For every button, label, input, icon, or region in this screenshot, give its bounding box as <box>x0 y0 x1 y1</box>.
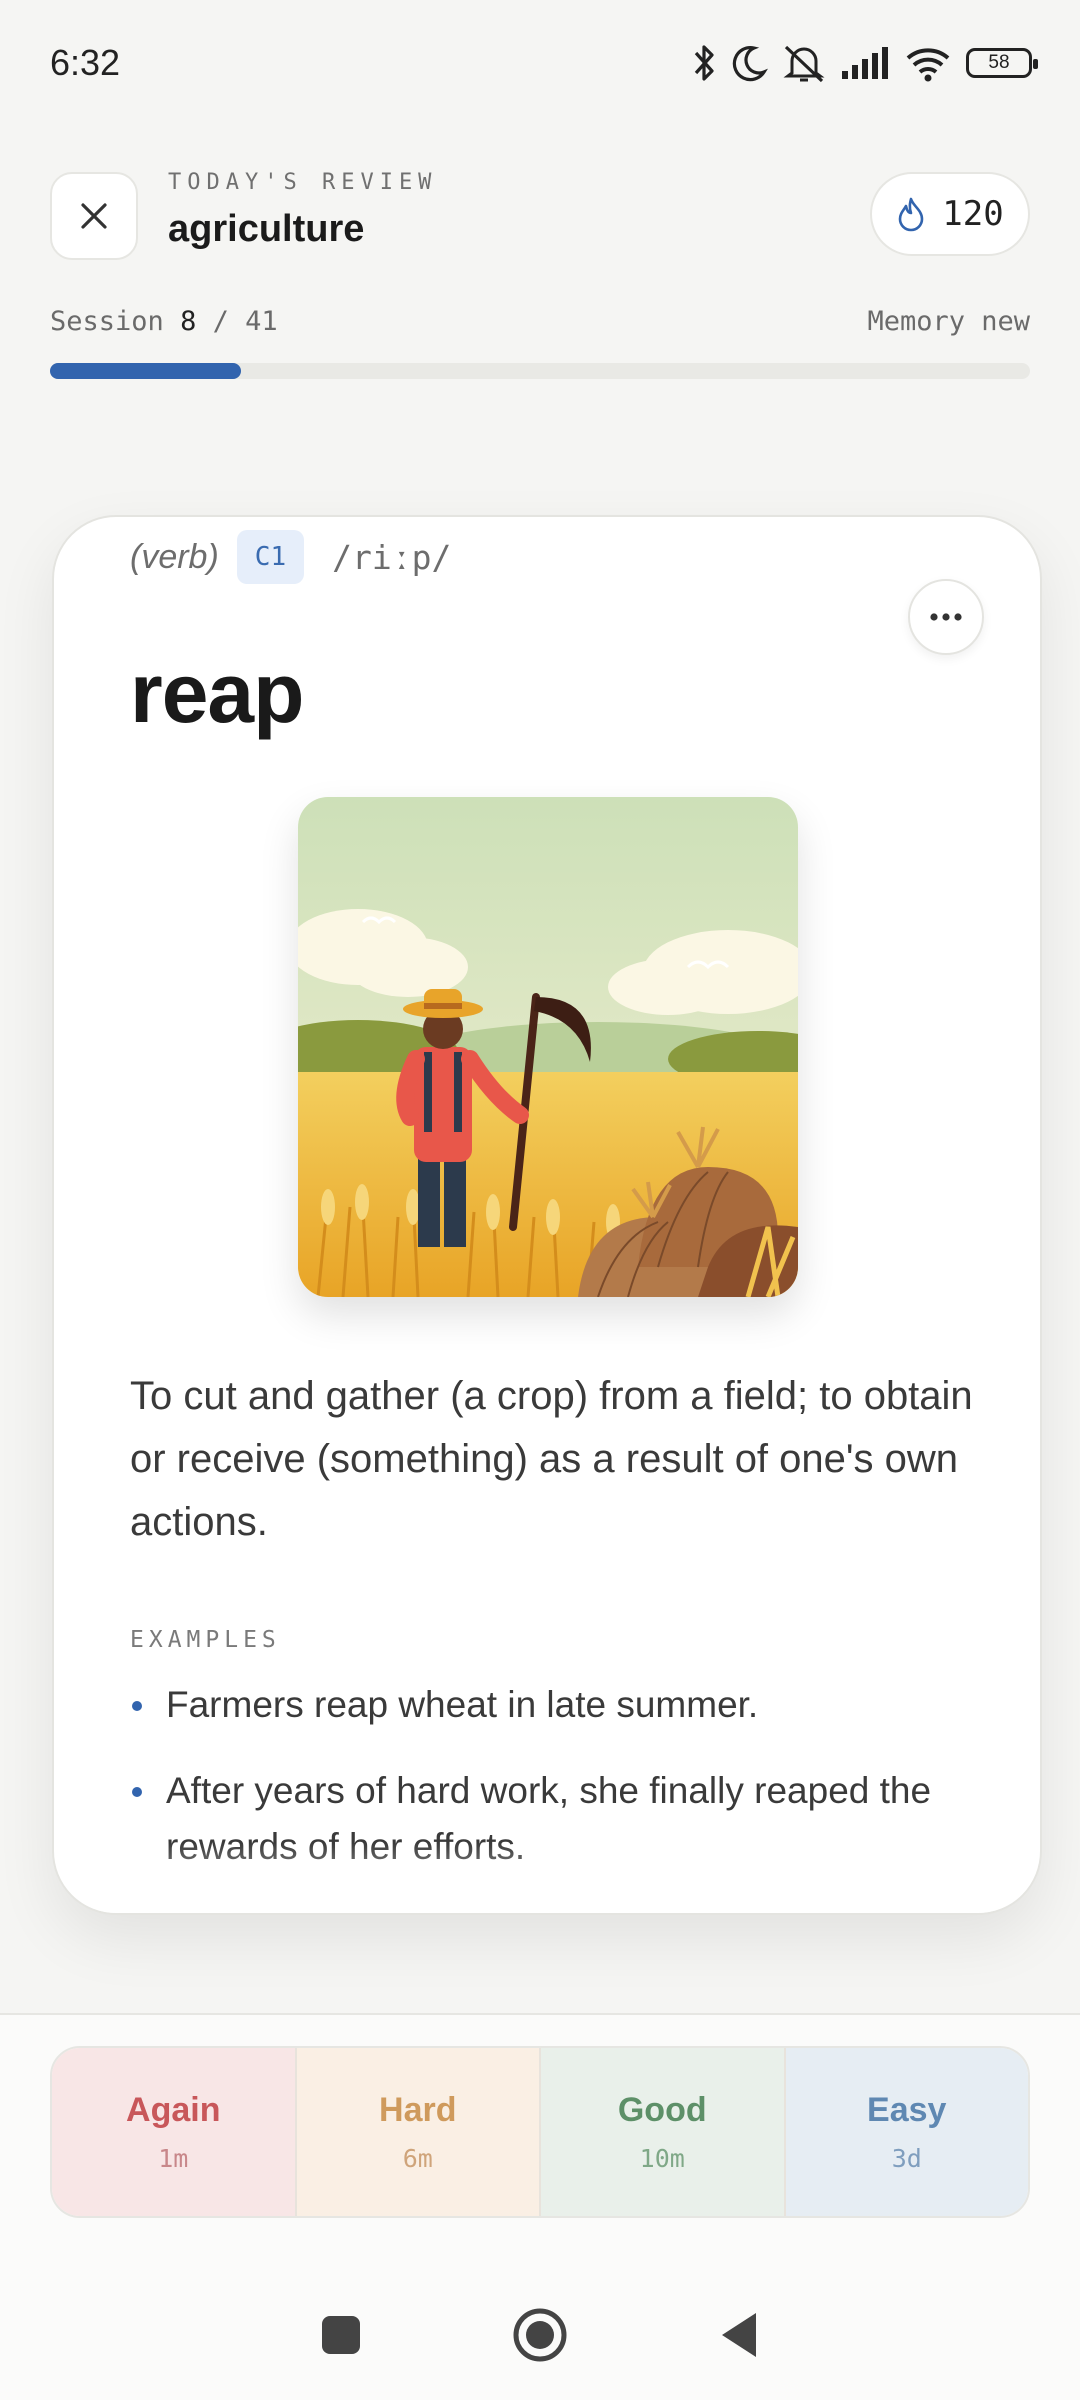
grade-bar: Again 1m Hard 6m Good 10m Easy 3d <box>50 2046 1030 2218</box>
status-time: 6:32 <box>50 42 121 83</box>
grade-good-button[interactable]: Good 10m <box>541 2048 786 2216</box>
part-of-speech: (verb) <box>130 537 219 576</box>
grade-interval: 3d <box>891 2144 922 2173</box>
grade-hard-button[interactable]: Hard 6m <box>296 2048 541 2216</box>
signal-icon <box>842 47 888 79</box>
grade-easy-button[interactable]: Easy 3d <box>785 2048 1028 2216</box>
flame-icon <box>898 197 924 232</box>
status-bar: 6:32 58 <box>0 0 1080 130</box>
session-row: Session 8 / 41 Memory new <box>50 306 1030 342</box>
grade-label: Good <box>617 2091 707 2129</box>
streak-count: 120 <box>942 194 1004 234</box>
recents-icon[interactable] <box>320 2314 362 2356</box>
memory-status: Memory new <box>867 306 1030 337</box>
back-icon[interactable] <box>718 2311 760 2359</box>
close-icon <box>81 203 107 229</box>
close-button[interactable] <box>50 172 138 260</box>
definition: To cut and gather (a crop) from a field;… <box>130 1374 973 1544</box>
mute-icon <box>783 45 825 83</box>
battery-icon: 58 <box>966 48 1038 78</box>
bluetooth-icon <box>694 45 714 81</box>
session-separator: / <box>212 306 229 337</box>
session-current: 8 <box>180 306 197 337</box>
moon-icon <box>732 45 768 82</box>
battery-level: 58 <box>988 52 1010 73</box>
example-item: Farmers reap wheat in late summer. <box>130 1677 990 1733</box>
session-label: Session <box>50 306 164 337</box>
status-icons: 58 <box>692 38 1038 88</box>
pronunciation: /riːp/ <box>332 537 452 577</box>
grade-interval: 10m <box>639 2144 685 2173</box>
session-progress-bar <box>50 363 1030 379</box>
headword: reap <box>130 646 304 740</box>
level-badge: C1 <box>236 530 305 584</box>
grade-label: Hard <box>379 2091 457 2129</box>
wifi-icon <box>906 48 950 82</box>
word-meta: (verb) C1 /riːp/ <box>130 527 451 587</box>
grade-label: Easy <box>867 2091 947 2129</box>
deck-title: agriculture <box>168 208 365 250</box>
session-counter: Session 8 / 41 <box>50 306 278 342</box>
streak-badge[interactable]: 120 <box>870 172 1030 256</box>
grade-interval: 1m <box>158 2144 189 2173</box>
grade-interval: 6m <box>402 2144 433 2173</box>
card-fade-overlay <box>54 1843 1040 1913</box>
system-nav-bar <box>0 2280 1080 2390</box>
home-icon[interactable] <box>512 2307 568 2363</box>
session-progress-fill <box>50 363 242 379</box>
session-total: 41 <box>245 306 278 337</box>
more-options-button[interactable] <box>908 579 984 655</box>
grade-again-button[interactable]: Again 1m <box>52 2048 297 2216</box>
word-illustration <box>298 797 798 1297</box>
grade-label: Again <box>126 2091 221 2129</box>
header-kicker: TODAY'S REVIEW <box>168 170 438 195</box>
more-icon <box>930 613 962 621</box>
flashcard[interactable]: (verb) C1 /riːp/ reap To cut and gather … <box>52 515 1042 1915</box>
examples-label: EXAMPLES <box>130 1627 281 1653</box>
